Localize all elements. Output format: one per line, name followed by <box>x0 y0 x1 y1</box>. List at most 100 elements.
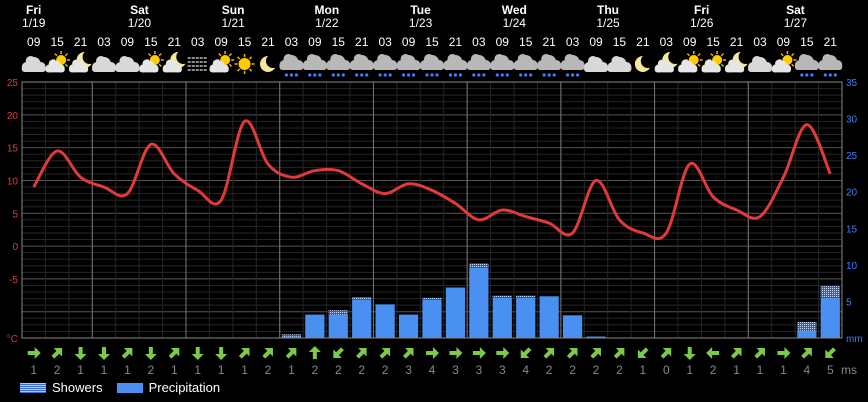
rain-drop <box>828 73 832 77</box>
sun-ray <box>218 53 222 57</box>
precipitation-bar <box>398 314 419 338</box>
rain-drop <box>360 73 364 77</box>
wind-arrow-s-icon <box>215 347 228 360</box>
rain-drop <box>448 73 453 77</box>
wind-arrow-shape <box>566 348 578 359</box>
precipitation-bar <box>375 304 395 338</box>
y-left-tick: -5 <box>9 275 18 286</box>
day-date-label: 1/26 <box>690 16 714 30</box>
wind-arrow-shape <box>121 348 133 359</box>
wind-arrow-e-icon <box>449 347 463 359</box>
cloud-shape <box>752 56 762 66</box>
wind-arrow-e-icon <box>27 347 41 359</box>
sun-ray <box>236 56 241 60</box>
hour-label: 15 <box>613 35 627 49</box>
hour-label: 09 <box>121 35 135 49</box>
wind-speed-label: 2 <box>148 363 155 377</box>
rain-drop <box>388 73 392 77</box>
rain-drop <box>565 73 570 77</box>
wind-arrow-e-icon <box>472 347 486 359</box>
cloudy-icon <box>584 56 608 72</box>
cloud-base <box>701 67 721 73</box>
cloud-shape <box>470 54 481 64</box>
cloud-shape <box>283 54 294 64</box>
wind-speed-label: 2 <box>265 363 272 377</box>
cloudy-icon <box>607 56 632 72</box>
wind-arrow-shape <box>262 348 273 359</box>
rain-cloud-icon <box>794 54 819 77</box>
rain-drop <box>505 73 509 77</box>
rain-drop <box>313 73 317 77</box>
wind-speed-label: 2 <box>312 363 319 377</box>
day-date-label: 1/23 <box>409 16 433 30</box>
rain-drop <box>519 73 523 77</box>
moon-shadow <box>668 50 683 64</box>
day-name-label: Sat <box>130 3 149 17</box>
rain-cloud-icon <box>302 54 327 77</box>
rain-drop <box>411 73 416 77</box>
wind-arrow-s-icon <box>144 347 157 360</box>
wind-arrow-shape <box>637 347 649 358</box>
precipitation-bar <box>820 297 840 338</box>
y-right-tick: 25 <box>846 151 858 162</box>
hour-label: 15 <box>50 35 64 49</box>
cloud-base <box>537 64 562 70</box>
precipitation-bar <box>422 299 442 338</box>
sun-ray <box>791 63 795 67</box>
hour-label: 21 <box>168 35 182 49</box>
hour-label: 03 <box>285 35 299 49</box>
day-date-label: 1/22 <box>315 16 339 30</box>
cloud-shape <box>48 59 57 68</box>
hour-label: 21 <box>542 35 556 49</box>
rain-drop <box>308 73 312 77</box>
rain-drop <box>430 73 434 77</box>
wind-arrow-ne-icon <box>566 348 578 359</box>
cloud-base <box>92 66 116 72</box>
rain-drop <box>355 73 359 77</box>
rain-drop <box>406 73 411 77</box>
day-date-label: 1/25 <box>596 16 620 30</box>
cloud-shape <box>798 54 809 64</box>
wind-arrow-shape <box>449 347 463 359</box>
cloud-shape <box>704 59 713 68</box>
wind-speed-label: 2 <box>358 363 365 377</box>
wind-speed-label: 1 <box>101 363 108 377</box>
rain-drop <box>810 73 814 77</box>
rain-drop <box>547 73 551 77</box>
wind-arrow-shape <box>27 347 41 359</box>
day-name-label: Thu <box>597 3 619 17</box>
partly-sunny-icon <box>139 51 164 73</box>
precipitation-bar <box>492 297 512 338</box>
wind-arrow-shape <box>801 348 812 359</box>
precipitation-swatch <box>116 382 143 393</box>
wind-arrow-shape <box>825 347 836 358</box>
cloud-base <box>302 64 327 70</box>
wind-arrow-shape <box>706 347 720 359</box>
cloud-base <box>115 66 140 72</box>
hour-label: 03 <box>566 35 580 49</box>
cloud-shape <box>119 56 130 66</box>
moon-shadow <box>82 50 97 64</box>
sun-ray <box>228 53 233 57</box>
sun-ray <box>697 53 701 57</box>
y-right-tick: 30 <box>846 115 858 126</box>
precipitation-bar <box>586 336 606 338</box>
precipitation-bar <box>445 287 466 338</box>
wind-speed-label: 1 <box>194 363 201 377</box>
wind-speed-label: 1 <box>171 363 178 377</box>
precipitation-bar <box>539 296 559 338</box>
cloud-shape <box>72 59 81 68</box>
rain-drop <box>823 73 827 77</box>
precipitation-bar <box>562 315 583 338</box>
y-left-tick: 10 <box>7 176 19 187</box>
cloud-shape <box>564 54 575 64</box>
hour-label: 15 <box>332 35 346 49</box>
chart-legend: Showers Precipitation <box>20 380 220 395</box>
wind-speed-label: 2 <box>616 363 623 377</box>
day-name-label: Sun <box>222 3 245 17</box>
cloud-base <box>68 67 89 73</box>
rain-drop <box>552 73 556 77</box>
showers-bar <box>820 286 840 298</box>
sun-ray <box>686 53 691 57</box>
day-date-label: 1/27 <box>784 16 808 30</box>
